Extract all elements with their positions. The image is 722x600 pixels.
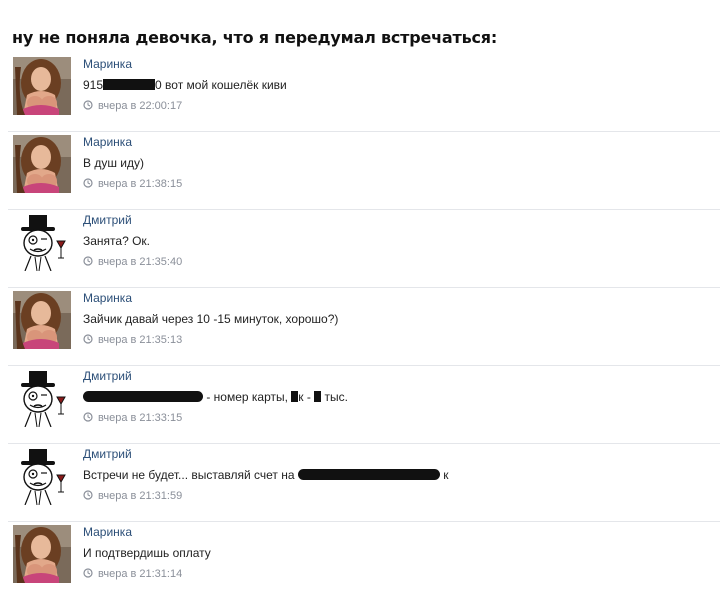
author-name[interactable]: Маринка (83, 291, 132, 305)
timestamp: вчера в 21:35:13 (83, 334, 182, 346)
timestamp: вчера в 21:31:59 (83, 490, 182, 502)
author-name[interactable]: Маринка (83, 135, 132, 149)
clock-icon (83, 490, 93, 500)
message-text-part: Встречи не будет... выставляй счет на (83, 468, 298, 482)
timestamp-text: вчера в 21:31:14 (98, 568, 183, 580)
redaction-bar (103, 79, 156, 90)
photo-avatar[interactable] (13, 57, 71, 115)
chat-message: Дмитрий Занята? Ок. вчера в 21:35:40 (8, 210, 720, 288)
message-text-part: 915 (83, 78, 104, 92)
chat-message: Дмитрий - номер карты, к - тыс. вчера в … (8, 366, 720, 444)
timestamp: вчера в 21:33:15 (83, 412, 182, 424)
redaction-bar (83, 391, 203, 402)
author-name[interactable]: Дмитрий (83, 213, 132, 227)
clock-icon (83, 256, 93, 266)
chat-message: Маринка И подтвердишь оплату вчера в 21:… (8, 522, 720, 600)
message-text: Занята? Ок. (83, 234, 151, 248)
timestamp-text: вчера в 21:38:15 (98, 178, 183, 190)
clock-icon (83, 178, 93, 188)
message-text-part: к (439, 468, 449, 482)
like-a-sir-meme-avatar[interactable] (13, 447, 71, 505)
clock-icon (83, 334, 93, 344)
photo-avatar[interactable] (13, 135, 71, 193)
timestamp-text: вчера в 21:35:13 (98, 334, 183, 346)
timestamp: вчера в 21:35:40 (83, 256, 182, 268)
message-text: Встречи не будет... выставляй счет на к (83, 468, 449, 482)
author-name[interactable]: Маринка (83, 57, 132, 71)
clock-icon (83, 100, 93, 110)
message-text-part: - номер карты, (203, 390, 292, 404)
message-text-part: к - (298, 390, 315, 404)
timestamp-text: вчера в 22:00:17 (98, 100, 183, 112)
chat-message: Маринка В душ иду) вчера в 21:38:15 (8, 132, 720, 210)
message-text: И подтвердишь оплату (83, 546, 211, 560)
like-a-sir-meme-avatar[interactable] (13, 213, 71, 271)
photo-avatar[interactable] (13, 291, 71, 349)
timestamp-text: вчера в 21:33:15 (98, 412, 183, 424)
timestamp: вчера в 22:00:17 (83, 100, 182, 112)
author-name[interactable]: Дмитрий (83, 369, 132, 383)
chat-message: Дмитрий Встречи не будет... выставляй сч… (8, 444, 720, 522)
timestamp-text: вчера в 21:31:59 (98, 490, 183, 502)
timestamp: вчера в 21:31:14 (83, 568, 182, 580)
message-text: 915 0 вот мой кошелёк киви (83, 78, 287, 92)
chat-message: Маринка 915 0 вот мой кошелёк киви вчера … (8, 54, 720, 132)
clock-icon (83, 412, 93, 422)
timestamp: вчера в 21:38:15 (83, 178, 182, 190)
message-text: Зайчик давай через 10 -15 минуток, хорош… (83, 312, 339, 326)
redaction-bar (297, 469, 440, 480)
like-a-sir-meme-avatar[interactable] (13, 369, 71, 427)
message-text-part: тыс. (321, 390, 349, 404)
author-name[interactable]: Маринка (83, 525, 132, 539)
chat-message: Маринка Зайчик давай через 10 -15 минуто… (8, 288, 720, 366)
timestamp-text: вчера в 21:35:40 (98, 256, 183, 268)
photo-avatar[interactable] (13, 525, 71, 583)
message-text-part: 0 вот мой кошелёк киви (155, 78, 287, 92)
message-text: - номер карты, к - тыс. (83, 390, 348, 404)
author-name[interactable]: Дмитрий (83, 447, 132, 461)
post-caption: ну не поняла девочка, что я передумал вс… (12, 28, 498, 47)
clock-icon (83, 568, 93, 578)
message-text: В душ иду) (83, 156, 145, 170)
